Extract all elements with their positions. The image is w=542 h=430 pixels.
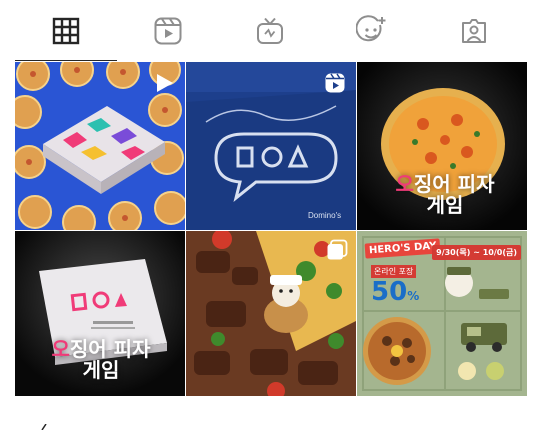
tagged-icon: [462, 19, 486, 43]
promo-discount: 50%: [371, 277, 420, 307]
reels-icon: [154, 17, 182, 45]
promo-date: 9/30(목) ~ 10/0(금): [432, 245, 521, 260]
tab-igtv[interactable]: [219, 0, 321, 62]
post-thumbnail[interactable]: HERO'S DAY 9/30(목) ~ 10/0(금) 온라인 포장 50%: [357, 231, 527, 396]
tab-posts[interactable]: [15, 0, 117, 62]
post-thumbnail[interactable]: Domino's: [186, 62, 356, 230]
multiple-photos-icon: [327, 239, 348, 260]
effects-sticker-icon: [356, 15, 386, 42]
post-title: 오징어 피자 게임: [395, 172, 495, 217]
profile-tab-bar: [15, 0, 527, 62]
tab-tagged[interactable]: [423, 0, 525, 62]
tab-reels[interactable]: [117, 0, 219, 62]
box-brand-text: Domino's: [308, 211, 342, 220]
grid-icon: [52, 17, 80, 45]
post-title: 오징어 피자 게임: [51, 337, 151, 382]
post-thumbnail[interactable]: 오징어 피자 게임: [15, 231, 185, 396]
tab-effects[interactable]: [321, 0, 423, 62]
reels-icon: [325, 73, 345, 93]
post-thumbnail[interactable]: [186, 231, 356, 396]
posts-grid: Domino's 오징어 피자 게임 오징어 피자 게임 HERO'S DAY …: [15, 62, 527, 396]
play-icon: [157, 74, 173, 92]
igtv-icon: [257, 17, 283, 44]
post-thumbnail[interactable]: 오징어 피자 게임: [357, 62, 527, 230]
post-thumbnail[interactable]: [15, 62, 185, 230]
scroll-indicator-icon: [41, 424, 47, 430]
